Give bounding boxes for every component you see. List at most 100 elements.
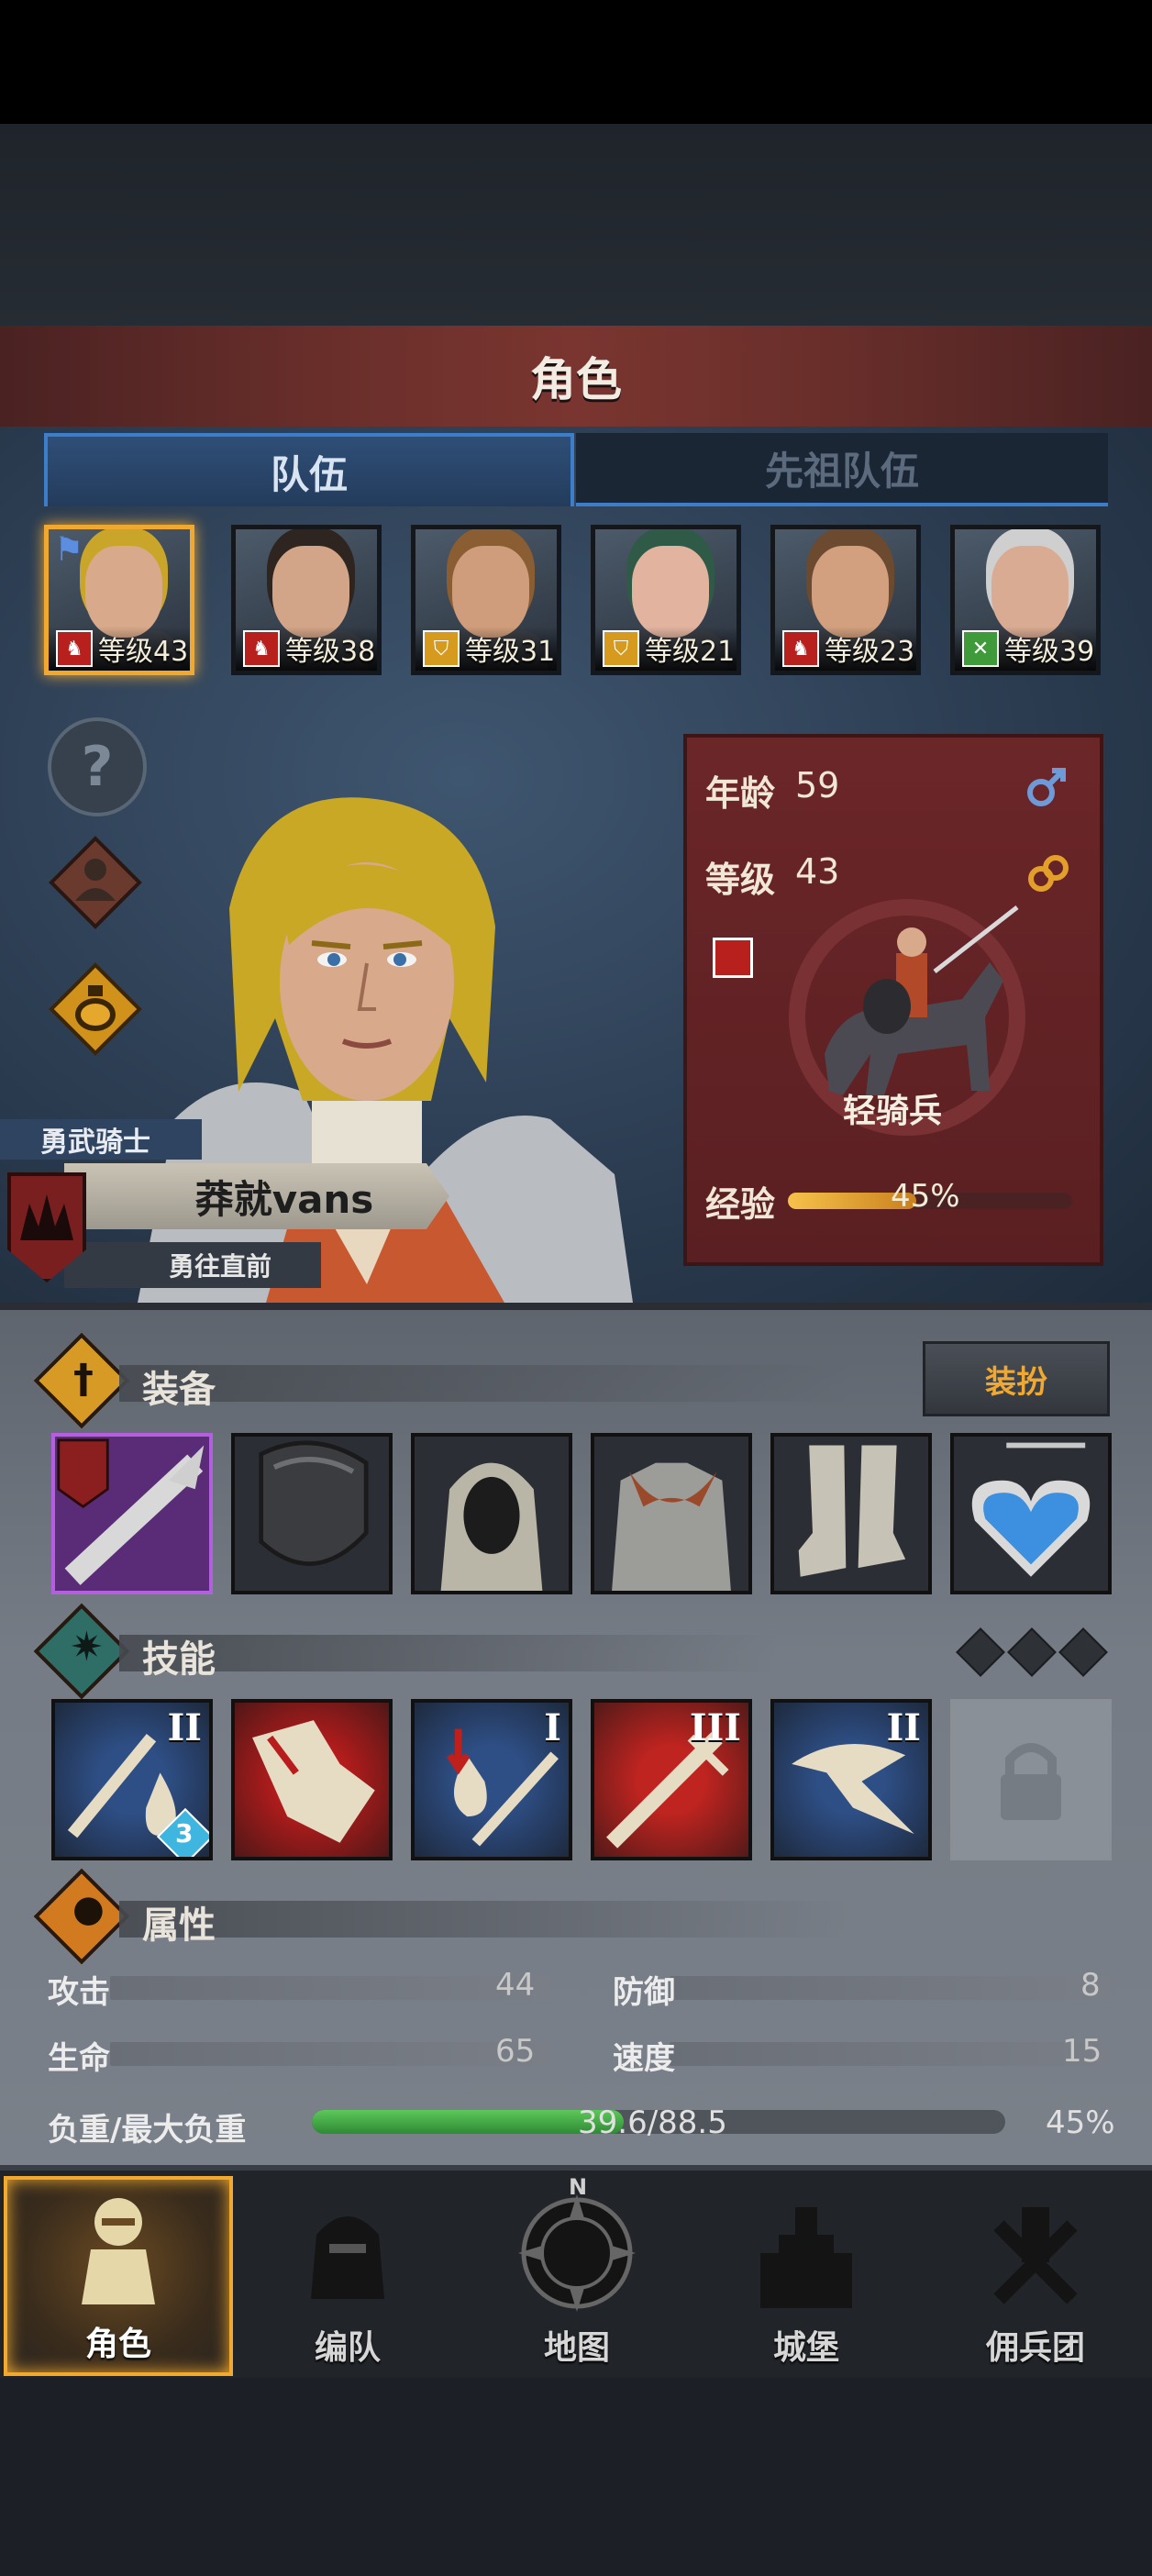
knight-icon — [82, 2198, 155, 2304]
page-title: 角色 — [530, 353, 622, 406]
rings-icon — [1028, 855, 1069, 892]
level-value: 43 — [795, 851, 840, 892]
nav-item[interactable]: 编队 — [233, 2176, 462, 2376]
portrait-level: 等级23 — [825, 636, 915, 668]
chainmail-armor-icon — [612, 1462, 731, 1591]
skills-header-bar — [119, 1635, 780, 1671]
nav-item[interactable]: 地图 — [462, 2176, 692, 2376]
skill-slot[interactable]: I — [411, 1699, 572, 1860]
skill-slot[interactable]: II — [770, 1699, 932, 1860]
portrait-level-box: ♞ 等级38 — [236, 627, 377, 671]
skills-title: 技能 — [142, 1638, 216, 1681]
nav-item[interactable]: 角色 — [4, 2176, 233, 2376]
portrait-level: 等级43 — [98, 636, 189, 668]
charge-icon — [252, 1720, 375, 1843]
age-value: 59 — [795, 765, 840, 805]
equipment-slot[interactable] — [411, 1433, 572, 1594]
north-marker: N — [569, 2174, 588, 2200]
portrait-level-box: ⛉ 等级21 — [595, 627, 737, 671]
load-percent: 45% — [1046, 2104, 1115, 2141]
character-name[interactable]: 莽就vans — [64, 1163, 449, 1229]
nav-label: 编队 — [314, 2329, 381, 2367]
party-member-portrait[interactable]: ⛉ 等级21 — [591, 525, 741, 675]
skill-rank: III — [689, 1706, 741, 1749]
portrait-face — [452, 546, 529, 638]
shield-icon: ⛉ — [603, 630, 639, 667]
nav-label: 角色 — [84, 2326, 151, 2363]
portrait-level-box: ⛉ 等级31 — [415, 627, 557, 671]
nav-item[interactable]: 城堡 — [692, 2176, 921, 2376]
tab-team[interactable]: 队伍 — [44, 433, 574, 506]
exp-percent: 45% — [891, 1178, 960, 1215]
nav-label: 城堡 — [772, 2329, 839, 2367]
defense-label: 防御 — [613, 1974, 675, 2011]
load-label: 负重/最大负重 — [48, 2112, 247, 2149]
nav-label: 佣兵团 — [985, 2329, 1085, 2367]
cavalry-icon: ♞ — [243, 630, 280, 667]
bottom-spacer — [0, 2378, 1152, 2576]
portrait-face — [632, 546, 709, 638]
health-value: 65 — [495, 2033, 536, 2070]
equipment-slot[interactable] — [51, 1433, 213, 1594]
attributes-header-bar — [119, 1901, 853, 1938]
portrait-level: 等级31 — [465, 636, 556, 668]
lock-icon — [1001, 1743, 1061, 1820]
title-bar: 角色 — [0, 326, 1152, 430]
stat-panel: 年龄 59 等级 43 轻骑兵 经验 45% — [683, 734, 1103, 1266]
portrait-level-box: ✕ 等级39 — [955, 627, 1096, 671]
equipment-slot[interactable] — [770, 1433, 932, 1594]
party-member-portrait[interactable]: ✕ 等级39 — [950, 525, 1101, 675]
male-icon — [1027, 768, 1066, 806]
portrait-face — [812, 546, 889, 638]
portrait-level: 等级38 — [285, 636, 376, 668]
party-member-portrait[interactable]: ♞ 等级43 ⚑ — [44, 525, 194, 675]
health-bar — [110, 2042, 550, 2066]
nav-item[interactable]: 佣兵团 — [921, 2176, 1150, 2376]
rank-title: 勇武骑士 — [0, 1119, 202, 1160]
portrait-level-box: ♞ 等级43 — [49, 627, 190, 671]
load-value: 39.6/88.5 — [578, 2104, 727, 2141]
portrait-face — [991, 546, 1069, 638]
dress-up-button[interactable]: 装扮 — [923, 1341, 1110, 1416]
attributes-title: 属性 — [142, 1904, 216, 1947]
attack-value: 44 — [495, 1967, 536, 2004]
shield-icon — [259, 1440, 369, 1566]
leader-flag-icon: ⚑ — [54, 531, 84, 569]
portrait-face — [272, 546, 349, 638]
locked-skill-slot[interactable] — [950, 1699, 1112, 1860]
tab-ancestor-team[interactable]: 先祖队伍 — [576, 433, 1108, 506]
castle-icon — [760, 2207, 852, 2308]
cavalry-icon: ♞ — [782, 630, 819, 667]
star-glyph: ✷ — [70, 1624, 104, 1671]
skill-slot[interactable]: III — [591, 1699, 752, 1860]
attack-bar — [110, 1976, 550, 2000]
status-bar — [0, 0, 1152, 124]
equipment-header-bar — [119, 1365, 853, 1402]
party-member-portrait[interactable]: ⛉ 等级31 — [411, 525, 561, 675]
shield-icon: ⛉ — [423, 630, 460, 667]
mail-boots-icon — [798, 1445, 906, 1577]
character-motto: 勇往直前 — [64, 1242, 321, 1288]
party-member-portrait[interactable]: ♞ 等级38 — [231, 525, 382, 675]
equipment-slot[interactable] — [591, 1433, 752, 1594]
equipment-slot[interactable] — [950, 1433, 1112, 1594]
health-label: 生命 — [48, 2040, 110, 2077]
helmet-icon — [311, 2216, 384, 2299]
party-member-portrait[interactable]: ♞ 等级23 — [770, 525, 921, 675]
level-label: 等级 — [705, 860, 776, 900]
equipment-slot[interactable] — [231, 1433, 393, 1594]
skill-slot[interactable]: II 3 — [51, 1699, 213, 1860]
mail-hood-icon — [440, 1462, 543, 1591]
portrait-level-box: ♞ 等级23 — [775, 627, 916, 671]
portrait-level: 等级21 — [645, 636, 736, 668]
defense-bar — [670, 1976, 1110, 2000]
age-label: 年龄 — [705, 773, 776, 814]
skill-slot[interactable] — [231, 1699, 393, 1860]
skill-rank: II — [167, 1706, 202, 1749]
exp-label: 经验 — [705, 1184, 776, 1225]
unit-class-label: 轻骑兵 — [843, 1093, 943, 1130]
speed-bar — [670, 2042, 1110, 2066]
person-glyph: ● — [72, 1888, 105, 1930]
skill-rank: II — [886, 1706, 921, 1749]
speed-label: 速度 — [613, 2040, 675, 2077]
